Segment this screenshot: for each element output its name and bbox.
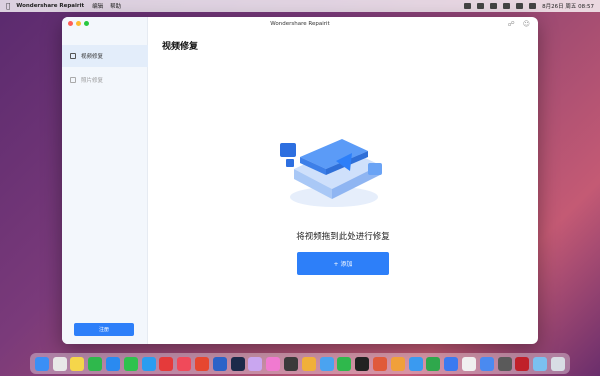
app-icon[interactable] <box>284 356 299 371</box>
title-bar-actions: ☍ ☺ <box>508 20 530 28</box>
status-icon[interactable] <box>477 3 485 9</box>
sidebar-item-label: 视频修复 <box>81 54 104 60</box>
app-menu-name[interactable]: Wondershare Repairit <box>16 3 84 9</box>
app-icon[interactable] <box>444 356 459 371</box>
wifi-icon[interactable] <box>503 3 511 9</box>
status-icon[interactable] <box>490 3 498 9</box>
drop-hint: 将视频拖到此处进行修复 <box>296 232 390 242</box>
app-icon[interactable] <box>479 356 494 371</box>
status-icon[interactable] <box>464 3 472 9</box>
finder-icon[interactable] <box>34 356 49 371</box>
register-button[interactable]: 注册 <box>74 323 134 336</box>
app-icon[interactable] <box>426 356 441 371</box>
clock[interactable]: 8月26日 周五 08:57 <box>542 2 594 10</box>
dock <box>30 353 570 374</box>
safari-icon[interactable] <box>106 356 121 371</box>
control-center-icon[interactable] <box>529 3 537 9</box>
app-icon[interactable] <box>337 356 352 371</box>
trash-icon[interactable] <box>551 356 565 371</box>
search-icon[interactable] <box>516 3 524 9</box>
apple-icon[interactable]:  <box>6 2 10 10</box>
app-icon[interactable] <box>515 356 530 371</box>
video-icon <box>70 53 76 59</box>
app-icon[interactable] <box>408 356 423 371</box>
wechat-icon[interactable] <box>123 356 138 371</box>
app-icon[interactable] <box>462 356 477 371</box>
zoom-button[interactable] <box>84 21 89 26</box>
window-controls <box>68 21 89 26</box>
minimize-button[interactable] <box>76 21 81 26</box>
vpn-icon[interactable] <box>212 356 227 371</box>
music-icon[interactable] <box>177 356 192 371</box>
app-icon[interactable] <box>390 356 405 371</box>
notes-icon[interactable] <box>70 356 85 371</box>
menu-bar:  Wondershare Repairit 编辑 帮助 8月26日 周五 08… <box>0 0 600 12</box>
sidebar-item-label: 照片修复 <box>81 78 104 84</box>
video-repair-illustration <box>280 139 382 207</box>
menu-item-help[interactable]: 帮助 <box>110 2 121 10</box>
page-title: 视频修复 <box>162 42 199 52</box>
app-icon[interactable] <box>159 356 174 371</box>
sidebar: 视频修复 照片修复 注册 <box>62 17 148 344</box>
photo-icon <box>70 77 76 83</box>
app-window: 视频修复 照片修复 注册 Wondershare Repairit ☍ ☺ 视频… <box>62 17 538 344</box>
add-button[interactable]: + 添加 <box>297 252 389 275</box>
sidebar-item-photo-repair[interactable]: 照片修复 <box>62 69 148 91</box>
qq-icon[interactable] <box>141 356 156 371</box>
folder-icon[interactable] <box>533 356 548 371</box>
app-icon[interactable] <box>248 356 263 371</box>
window-title: Wondershare Repairit <box>270 21 330 27</box>
app-icon[interactable] <box>497 356 512 371</box>
terminal-icon[interactable] <box>355 356 370 371</box>
photoshop-icon[interactable] <box>230 356 245 371</box>
app-icon[interactable] <box>266 356 281 371</box>
close-button[interactable] <box>68 21 73 26</box>
menu-item-edit[interactable]: 编辑 <box>92 2 103 10</box>
app-icon[interactable] <box>195 356 210 371</box>
launchpad-icon[interactable] <box>52 356 67 371</box>
cart-icon[interactable]: ☍ <box>508 20 515 28</box>
account-icon[interactable]: ☺ <box>523 20 530 28</box>
app-icon[interactable] <box>301 356 316 371</box>
sidebar-item-video-repair[interactable]: 视频修复 <box>62 45 148 67</box>
chrome-icon[interactable] <box>319 356 334 371</box>
status-area: 8月26日 周五 08:57 <box>464 2 594 10</box>
facetime-icon[interactable] <box>88 356 103 371</box>
title-bar: Wondershare Repairit ☍ ☺ <box>62 17 538 31</box>
app-icon[interactable] <box>373 356 388 371</box>
